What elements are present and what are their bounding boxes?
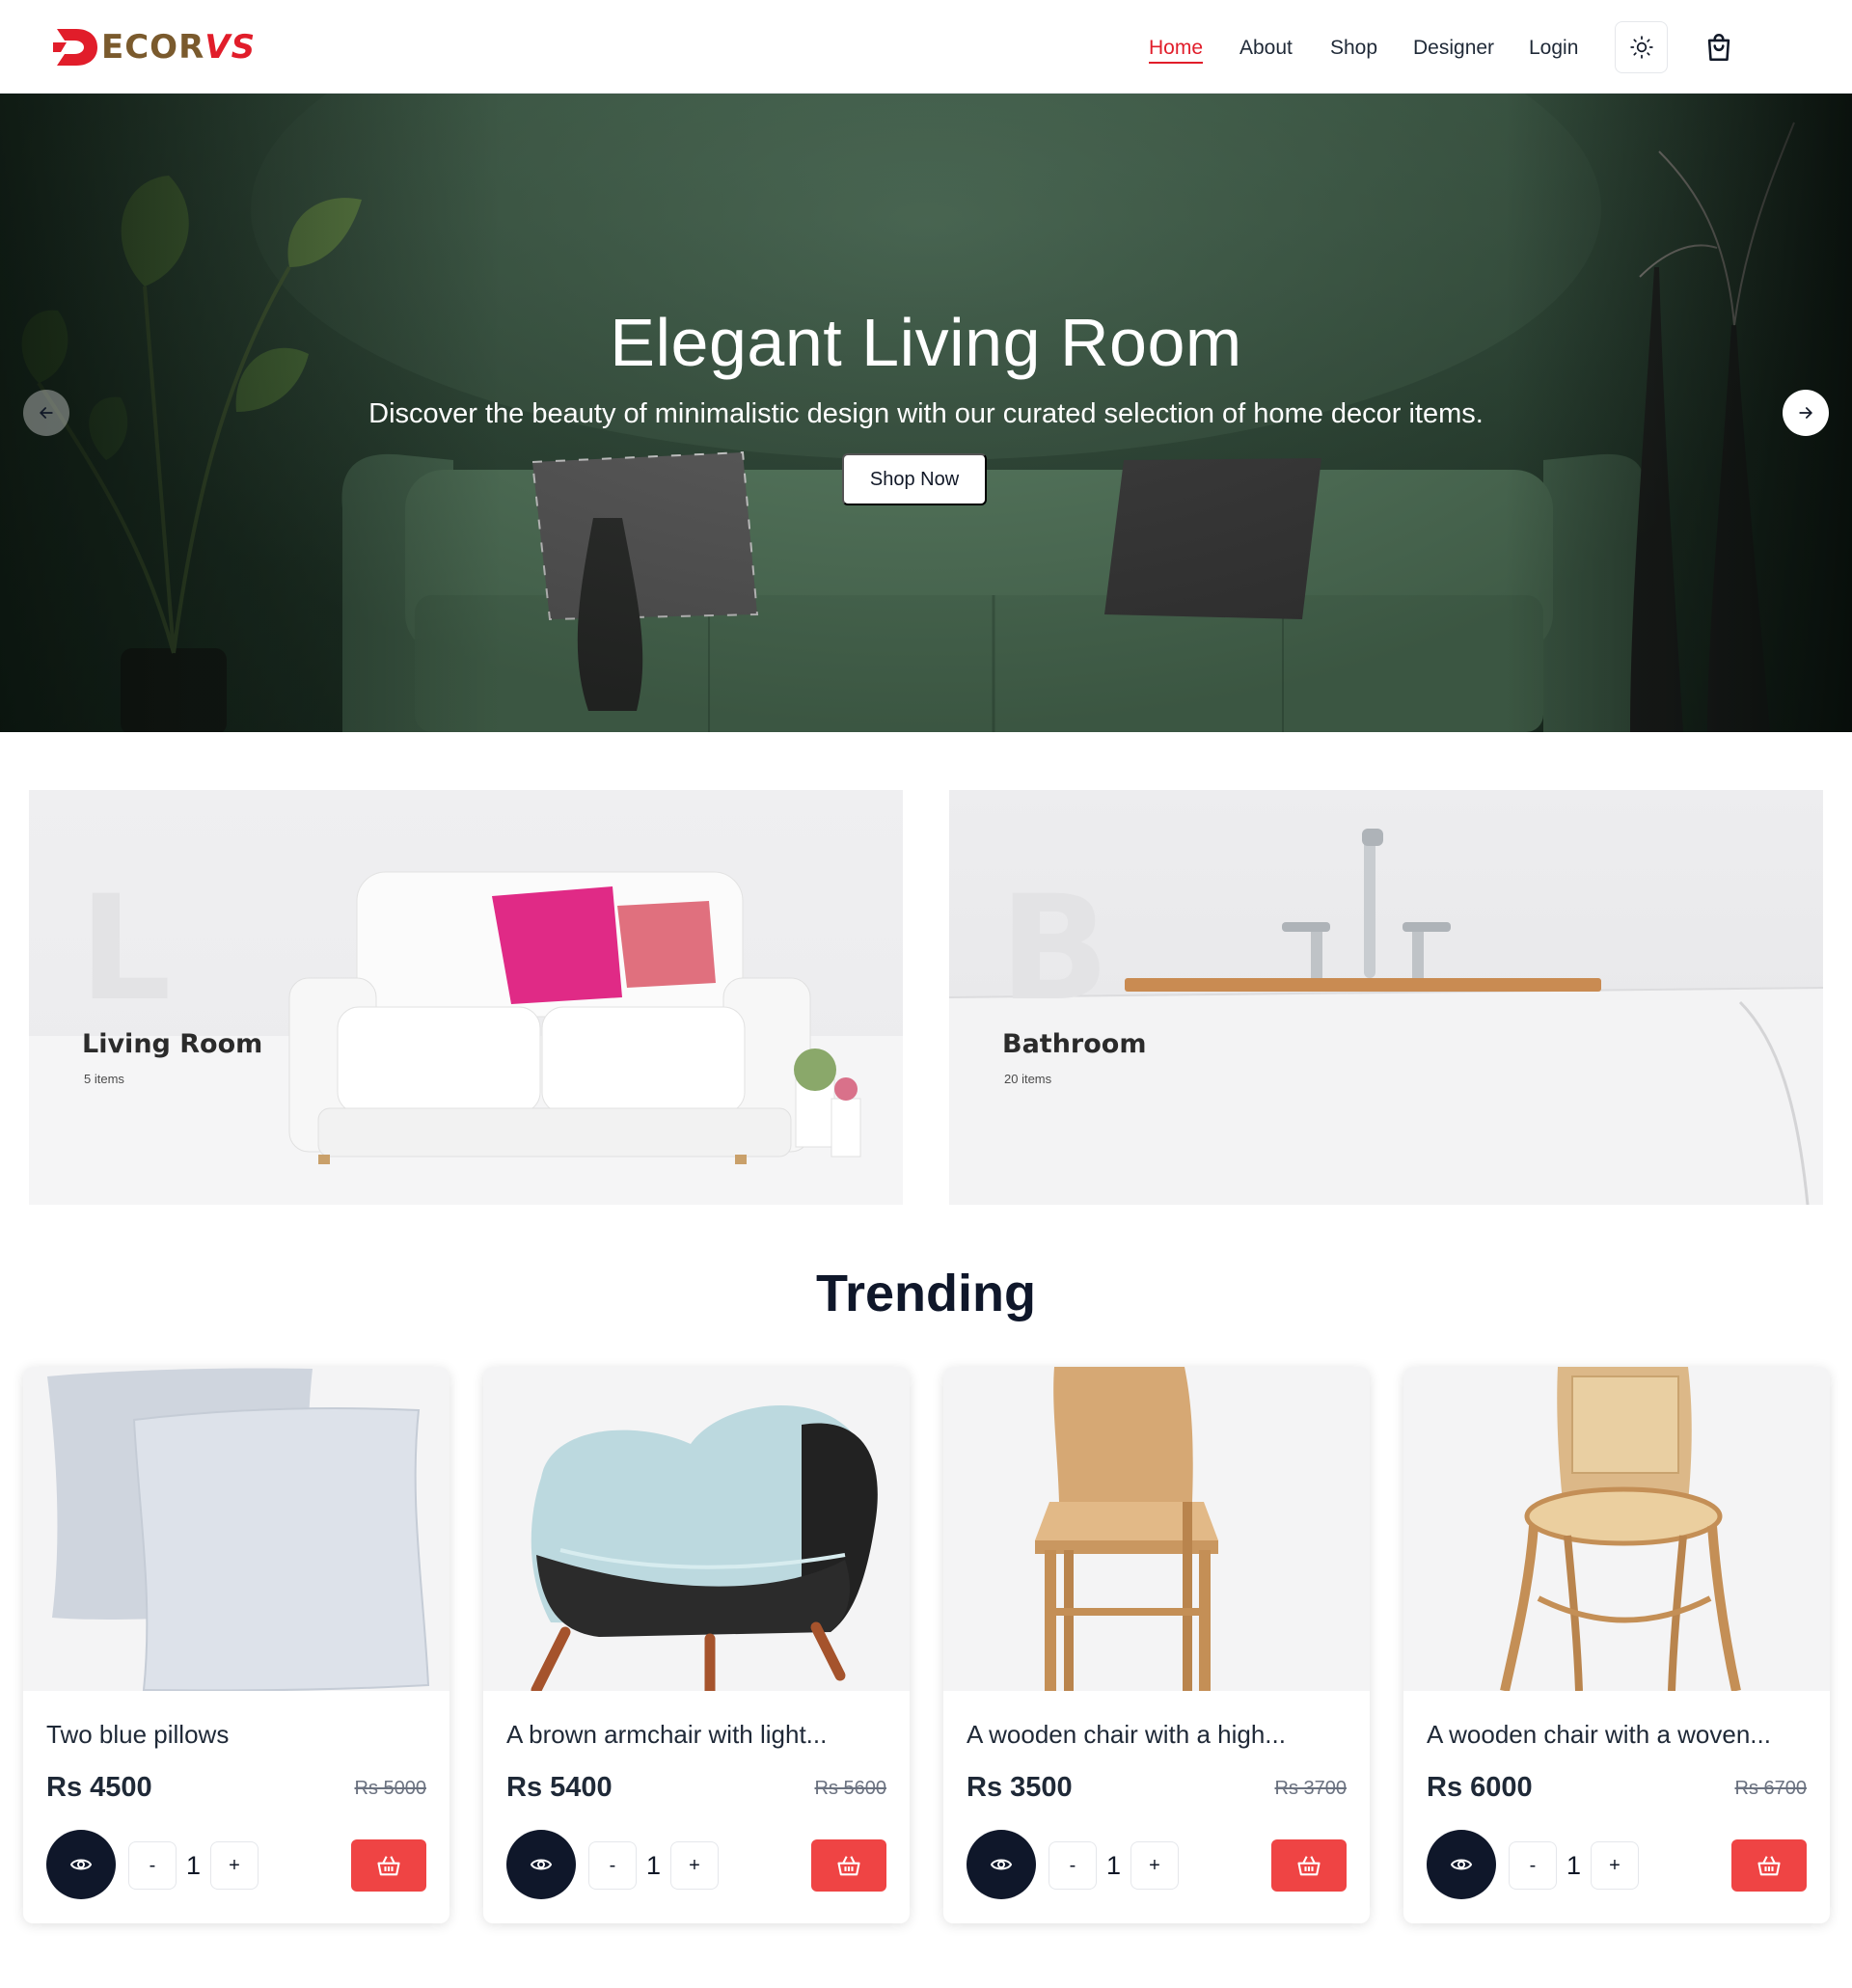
add-to-cart-button[interactable] bbox=[1731, 1839, 1807, 1892]
product-image[interactable] bbox=[23, 1367, 449, 1691]
product-old-price: Rs 5600 bbox=[814, 1778, 887, 1799]
nav-link-about[interactable]: About bbox=[1239, 32, 1293, 65]
wooden-chair-image bbox=[1035, 1367, 1218, 1691]
product-price: Rs 5400 bbox=[506, 1772, 613, 1803]
quantity-increase-button[interactable]: + bbox=[1130, 1841, 1179, 1890]
product-card: A wooden chair with a woven... Rs 6000 R… bbox=[1403, 1367, 1830, 1923]
category-card-bathroom[interactable]: B Bathroom 20 items bbox=[949, 790, 1823, 1205]
category-letter: L bbox=[79, 865, 172, 1033]
product-name[interactable]: A wooden chair with a high... bbox=[967, 1720, 1352, 1750]
quantity-decrease-button[interactable]: - bbox=[588, 1841, 637, 1890]
product-image[interactable] bbox=[483, 1367, 910, 1691]
logo-wordmark-suffix: VS bbox=[204, 28, 257, 67]
product-name[interactable]: A brown armchair with light... bbox=[506, 1720, 892, 1750]
category-name: Bathroom bbox=[1002, 1029, 1147, 1059]
trending-heading: Trending bbox=[816, 1265, 1036, 1322]
category-card-living-room[interactable]: L Living Room 5 items bbox=[29, 790, 903, 1205]
sun-icon bbox=[1629, 36, 1653, 59]
product-card: Two blue pillows Rs 4500 Rs 5000 - 1 + bbox=[23, 1367, 449, 1923]
quantity-value: 1 bbox=[645, 1850, 662, 1880]
logo-wordmark: ECORVS bbox=[101, 31, 256, 64]
hero-title: Elegant Living Room bbox=[610, 305, 1242, 380]
quantity-increase-button[interactable]: + bbox=[670, 1841, 719, 1890]
category-count: 20 items bbox=[1004, 1072, 1052, 1086]
quick-view-button[interactable] bbox=[1427, 1830, 1496, 1899]
basket-icon bbox=[377, 1856, 400, 1876]
theme-toggle-button[interactable] bbox=[1615, 21, 1668, 73]
quantity-value: 1 bbox=[1566, 1850, 1582, 1880]
category-count: 5 items bbox=[84, 1072, 124, 1086]
quantity-value: 1 bbox=[1105, 1850, 1122, 1880]
armchair-image bbox=[531, 1405, 878, 1691]
hero-subtitle: Discover the beauty of minimalistic desi… bbox=[368, 398, 1484, 429]
nav-link-login[interactable]: Login bbox=[1529, 32, 1578, 65]
quantity-increase-button[interactable]: + bbox=[210, 1841, 259, 1890]
add-to-cart-button[interactable] bbox=[351, 1839, 426, 1892]
product-old-price: Rs 3700 bbox=[1274, 1778, 1348, 1799]
quick-view-button[interactable] bbox=[506, 1830, 576, 1899]
eye-icon bbox=[69, 1859, 93, 1870]
hero-carousel: Elegant Living Room Discover the beauty … bbox=[0, 94, 1852, 732]
nav-link-home[interactable]: Home bbox=[1149, 32, 1204, 65]
quantity-decrease-button[interactable]: - bbox=[1509, 1841, 1557, 1890]
brand-logo[interactable]: ECORVS bbox=[53, 25, 256, 69]
product-card: A wooden chair with a high... Rs 3500 Rs… bbox=[943, 1367, 1370, 1923]
carousel-prev-button[interactable] bbox=[23, 390, 69, 436]
nav-link-shop[interactable]: Shop bbox=[1330, 32, 1377, 65]
basket-icon bbox=[1297, 1856, 1321, 1876]
quantity-decrease-button[interactable]: - bbox=[1049, 1841, 1097, 1890]
add-to-cart-button[interactable] bbox=[1271, 1839, 1347, 1892]
product-old-price: Rs 6700 bbox=[1734, 1778, 1808, 1799]
quick-view-button[interactable] bbox=[967, 1830, 1036, 1899]
product-card: A brown armchair with light... Rs 5400 R… bbox=[483, 1367, 910, 1923]
product-image[interactable] bbox=[943, 1367, 1370, 1691]
quantity-decrease-button[interactable]: - bbox=[128, 1841, 177, 1890]
nav-link-designer[interactable]: Designer bbox=[1413, 32, 1494, 65]
product-name[interactable]: Two blue pillows bbox=[46, 1720, 432, 1750]
logo-d-mark bbox=[53, 29, 97, 66]
eye-icon bbox=[990, 1859, 1013, 1870]
category-letter: B bbox=[999, 865, 1110, 1033]
product-price: Rs 3500 bbox=[967, 1772, 1073, 1803]
arrow-left-icon bbox=[40, 407, 53, 419]
arrow-right-icon bbox=[1799, 407, 1812, 419]
eye-icon bbox=[530, 1859, 553, 1870]
shop-now-button[interactable]: Shop Now bbox=[842, 453, 987, 505]
shopping-bag-icon bbox=[1707, 33, 1730, 62]
product-price: Rs 4500 bbox=[46, 1772, 152, 1803]
quantity-value: 1 bbox=[185, 1850, 202, 1880]
carousel-next-button[interactable] bbox=[1783, 390, 1829, 436]
basket-icon bbox=[837, 1856, 860, 1876]
product-price: Rs 6000 bbox=[1427, 1772, 1533, 1803]
quick-view-button[interactable] bbox=[46, 1830, 116, 1899]
logo-wordmark-main: ECOR bbox=[101, 28, 205, 67]
pillows-image bbox=[47, 1368, 430, 1691]
woven-chair-image bbox=[1500, 1367, 1741, 1691]
category-name: Living Room bbox=[82, 1029, 263, 1059]
product-old-price: Rs 5000 bbox=[354, 1778, 427, 1799]
quantity-increase-button[interactable]: + bbox=[1591, 1841, 1639, 1890]
add-to-cart-button[interactable] bbox=[811, 1839, 886, 1892]
navbar: ECORVS Home About Shop Designer Login bbox=[0, 0, 1852, 94]
product-name[interactable]: A wooden chair with a woven... bbox=[1427, 1720, 1812, 1750]
eye-icon bbox=[1450, 1859, 1473, 1870]
basket-icon bbox=[1757, 1856, 1781, 1876]
cart-button[interactable] bbox=[1700, 29, 1738, 66]
product-image[interactable] bbox=[1403, 1367, 1830, 1691]
